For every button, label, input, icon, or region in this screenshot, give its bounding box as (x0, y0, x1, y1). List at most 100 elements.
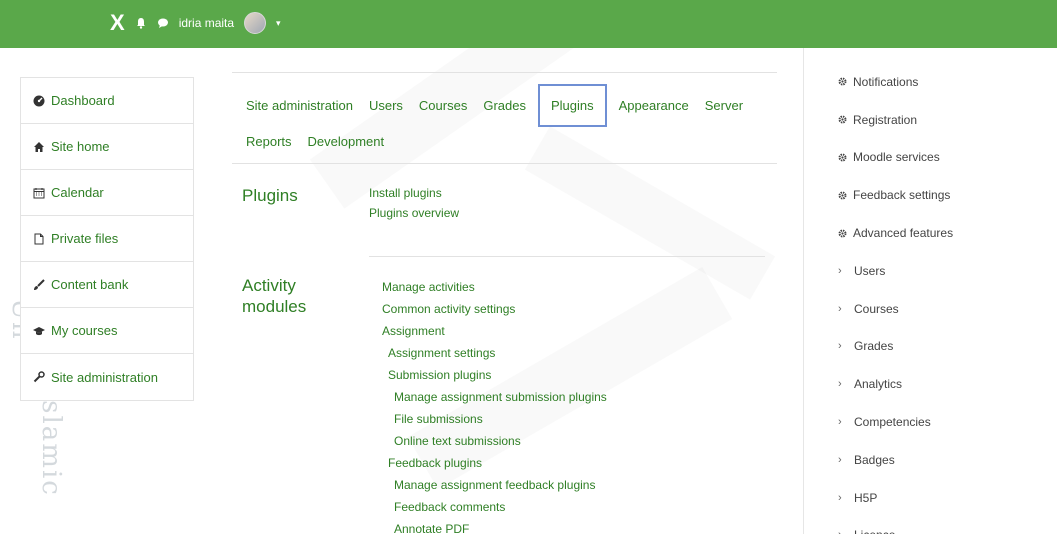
activity-links: Manage activities Common activity setting… (382, 276, 607, 534)
chevron-right-icon: › (838, 378, 842, 391)
settings-item-analytics[interactable]: › Analytics (838, 365, 953, 403)
settings-item-courses[interactable]: › Courses (838, 290, 953, 328)
settings-item-h5p[interactable]: › H5P (838, 479, 953, 517)
gear-icon (838, 153, 847, 162)
user-name[interactable]: idria maita (179, 16, 234, 30)
activity-link[interactable]: Assignment (382, 320, 607, 342)
settings-item-label: Advanced features (853, 226, 954, 241)
nav-item-label: My courses (51, 323, 118, 338)
settings-item-label: Moodle services (853, 150, 940, 165)
dashboard-icon (33, 95, 45, 107)
tab-grades[interactable]: Grades (475, 98, 534, 113)
chevron-right-icon: › (838, 453, 842, 466)
calendar-icon (33, 187, 45, 199)
plugins-links: Install plugins Plugins overview (369, 183, 459, 223)
activity-link[interactable]: Feedback comments (382, 496, 607, 518)
activity-link[interactable]: File submissions (382, 408, 607, 430)
tab-courses[interactable]: Courses (411, 98, 475, 113)
tabs-top-divider (232, 72, 777, 73)
chevron-right-icon: › (838, 491, 842, 504)
activity-link[interactable]: Submission plugins (382, 364, 607, 386)
nav-item-label: Site home (51, 139, 110, 154)
navbar-user-area: X idria maita ▾ (110, 12, 281, 34)
activity-link[interactable]: Feedback plugins (382, 452, 607, 474)
chevron-right-icon: › (838, 529, 848, 534)
gear-icon (838, 229, 847, 238)
settings-item-advanced-features[interactable]: Advanced features (838, 214, 953, 252)
nav-item-label: Private files (51, 231, 119, 246)
tab-users[interactable]: Users (361, 98, 411, 113)
top-navbar: X idria maita ▾ (0, 0, 1057, 48)
nav-item-label: Site administration (51, 369, 158, 385)
settings-item-grades[interactable]: › Grades (838, 328, 953, 366)
settings-item-label: Competencies (854, 415, 931, 430)
plugins-link[interactable]: Plugins overview (369, 203, 459, 223)
activity-link[interactable]: Manage activities (382, 276, 607, 298)
message-icon[interactable] (157, 17, 169, 29)
tab-reports[interactable]: Reports (246, 134, 292, 149)
nav-item-private-files[interactable]: Private files (21, 216, 193, 262)
home-icon (33, 141, 45, 153)
settings-item-label: Notifications (853, 74, 919, 89)
settings-item-label: Feedback settings (853, 188, 951, 203)
settings-item-label: Courses (854, 301, 899, 316)
tab-appearance[interactable]: Appearance (611, 98, 697, 113)
gear-icon (838, 191, 847, 200)
activity-link[interactable]: Annotate PDF (382, 518, 607, 534)
section-divider (369, 256, 765, 257)
nav-item-label: Dashboard (51, 93, 115, 108)
settings-item-label: Registration (853, 112, 918, 127)
settings-item-notifications[interactable]: Notifications (838, 63, 953, 101)
user-menu-caret-icon[interactable]: ▾ (276, 18, 281, 29)
activity-link[interactable]: Online text submissions (382, 430, 607, 452)
file-icon (33, 233, 45, 245)
nav-item-site-administration[interactable]: Site administration (21, 354, 193, 400)
admin-tabs-row-2: Reports Development (232, 127, 777, 155)
close-drawer-icon[interactable]: X (110, 12, 125, 34)
settings-item-registration[interactable]: Registration (838, 101, 953, 139)
tab-development[interactable]: Development (308, 134, 385, 149)
activity-link[interactable]: Common activity settings (382, 298, 607, 320)
nav-item-calendar[interactable]: Calendar (21, 170, 193, 216)
main-content: Site administration Users Courses Grades Plu… (232, 72, 777, 164)
chevron-right-icon: › (838, 302, 842, 315)
tab-plugins[interactable]: Plugins (537, 83, 607, 127)
right-panel-divider (803, 48, 804, 534)
chevron-right-icon: › (838, 340, 842, 353)
activity-title-line2: modules (242, 297, 307, 316)
settings-item-users[interactable]: › Users (838, 252, 953, 290)
settings-item-competencies[interactable]: › Competencies (838, 403, 953, 441)
settings-item-badges[interactable]: › Badges (838, 441, 953, 479)
nav-item-content-bank[interactable]: Content bank (21, 262, 193, 308)
graduation-cap-icon (33, 325, 45, 337)
admin-settings-panel: Notifications Registration Moodle services… (838, 63, 953, 534)
settings-item-label: Users (854, 263, 886, 278)
plugins-link[interactable]: Install plugins (369, 183, 459, 203)
gear-icon (838, 115, 847, 124)
chevron-right-icon: › (838, 264, 842, 277)
admin-tabs-row-1: Site administration Users Courses Grades Plu… (232, 83, 777, 127)
activity-link[interactable]: Manage assignment submission plugins (382, 386, 607, 408)
wrench-icon (33, 371, 45, 383)
nav-item-site-home[interactable]: Site home (21, 124, 193, 170)
nav-item-dashboard[interactable]: Dashboard (21, 78, 193, 124)
brush-icon (33, 278, 45, 291)
tabs-bottom-divider (232, 163, 777, 164)
avatar[interactable] (244, 12, 267, 34)
settings-item-moodle-services[interactable]: Moodle services (838, 139, 953, 177)
activity-modules-title: Activity modules (242, 275, 306, 317)
nav-item-label: Content bank (51, 277, 129, 292)
nav-item-label: Calendar (51, 185, 104, 200)
tab-site-administration[interactable]: Site administration (246, 98, 361, 113)
tab-server[interactable]: Server (697, 98, 751, 113)
plugins-section-title: Plugins (242, 186, 298, 205)
activity-link[interactable]: Manage assignment feedback plugins (382, 474, 607, 496)
settings-item-feedback-settings[interactable]: Feedback settings (838, 176, 953, 214)
nav-item-my-courses[interactable]: My courses (21, 308, 193, 354)
chevron-right-icon: › (838, 416, 842, 429)
nav-drawer: Dashboard Site home Calendar Private files C… (20, 77, 194, 401)
activity-title-line1: Activity (242, 276, 296, 295)
bell-icon[interactable] (135, 17, 147, 29)
activity-link[interactable]: Assignment settings (382, 342, 607, 364)
settings-item-licence[interactable]: › Licence (838, 517, 953, 534)
